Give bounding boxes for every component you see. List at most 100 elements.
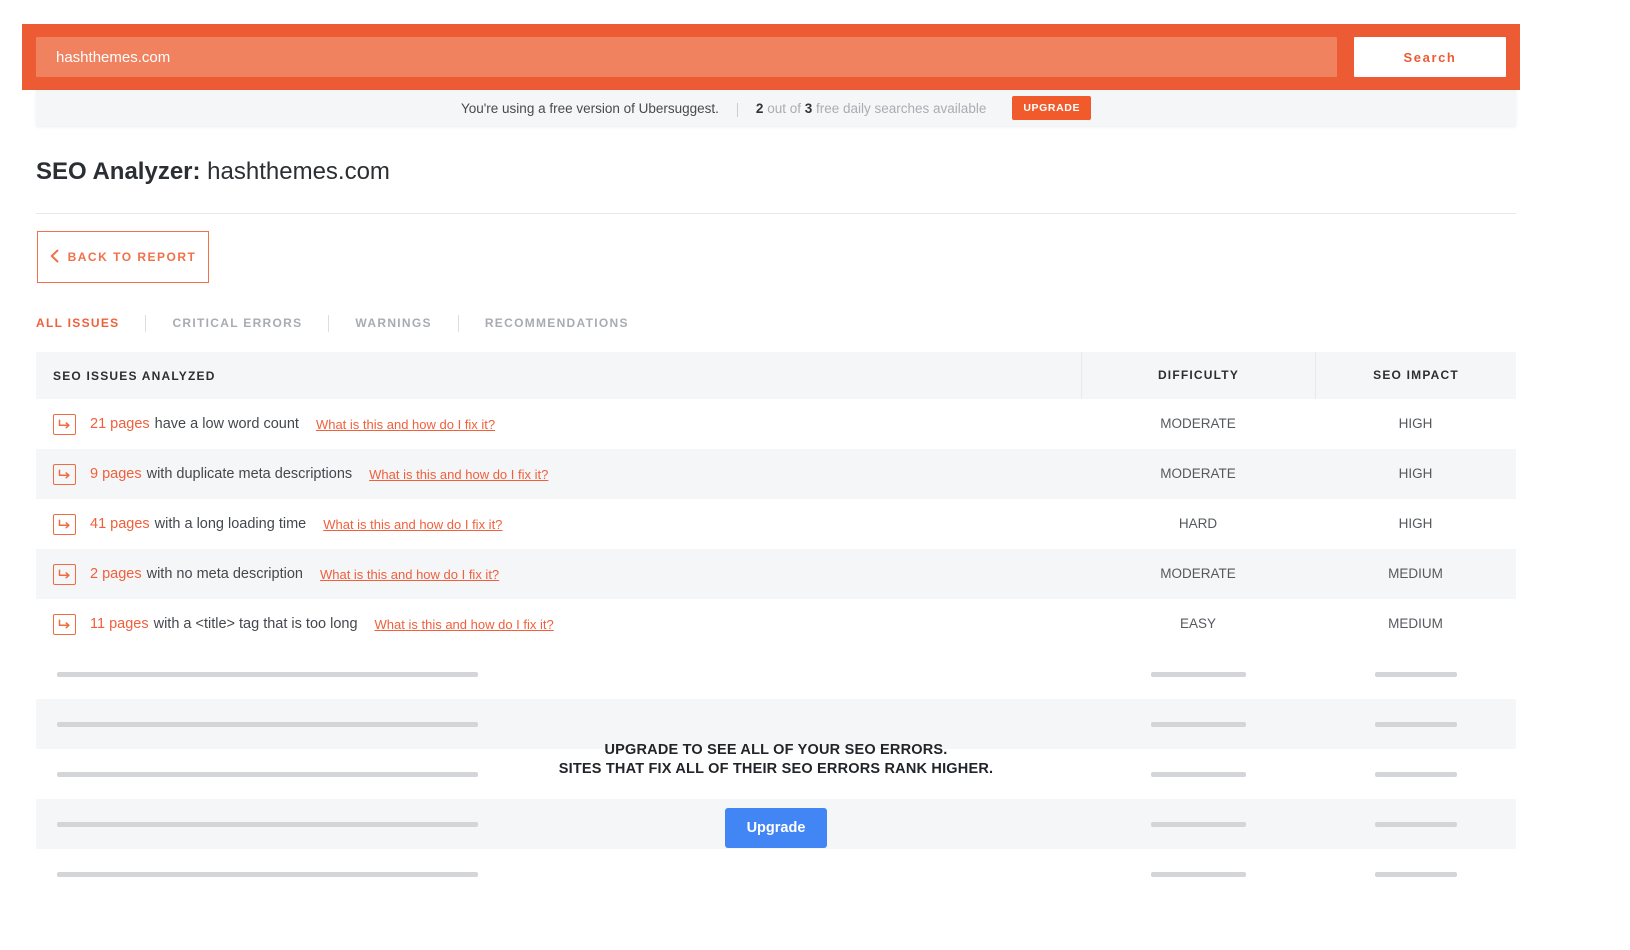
issue-cell: 2 pages with no meta description What is t…: [36, 563, 1081, 585]
table-row: 9 pages with duplicate meta descriptions W…: [36, 449, 1516, 499]
issue-page-count[interactable]: 21 pages: [90, 416, 150, 432]
issue-page-count[interactable]: 41 pages: [90, 516, 150, 532]
locked-difficulty-cell: [1081, 649, 1315, 699]
issue-cell: 41 pages with a long loading time What is …: [36, 513, 1081, 535]
page-title-bold: SEO Analyzer:: [36, 158, 201, 185]
difficulty-cell: MODERATE: [1160, 466, 1236, 481]
placeholder-bar: [1150, 871, 1246, 877]
how-to-fix-link[interactable]: What is this and how do I fix it?: [323, 517, 502, 532]
issue-cell: 9 pages with duplicate meta descriptions W…: [36, 463, 1081, 485]
issue-page-count[interactable]: 11 pages: [90, 616, 149, 632]
difficulty-cell: HARD: [1178, 516, 1218, 531]
locked-issue-cell: [36, 871, 1081, 877]
placeholder-bar: [57, 821, 478, 827]
upgrade-chip-button[interactable]: UPGRADE: [1012, 96, 1092, 120]
issue-description: with no meta description: [146, 566, 303, 582]
back-to-report-label: BACK TO REPORT: [67, 250, 197, 264]
issue-cell: 21 pages have a low word count What is thi…: [36, 413, 1081, 435]
seo-analyzer-page: Search You're using a free version of Ub…: [0, 0, 1630, 950]
upgrade-overlay-line2: SITES THAT FIX ALL OF THEIR SEO ERRORS R…: [558, 761, 994, 778]
issue-page-count[interactable]: 2 pages: [90, 566, 142, 582]
arrow-into-box-icon[interactable]: [53, 613, 76, 635]
tab-divider: [328, 314, 330, 332]
locked-issue-cell: [36, 671, 1081, 677]
search-input[interactable]: [36, 37, 1337, 77]
difficulty-cell: MODERATE: [1160, 566, 1236, 581]
locked-table-row: [36, 849, 1516, 899]
issue-description: have a low word count: [154, 416, 299, 432]
tab-divider: [457, 314, 459, 332]
locked-impact-cell: [1315, 849, 1516, 899]
impact-cell: MEDIUM: [1388, 616, 1443, 631]
how-to-fix-link[interactable]: What is this and how do I fix it?: [320, 567, 499, 582]
locked-difficulty-cell: [1081, 699, 1315, 749]
chevron-left-icon: [50, 249, 59, 265]
difficulty-cell: MODERATE: [1160, 416, 1236, 431]
issue-description: with a <title> tag that is too long: [153, 616, 358, 632]
tab-all-issues[interactable]: ALL ISSUES: [36, 316, 119, 330]
table-row: 11 pages with a <title> tag that is too l…: [36, 599, 1516, 649]
free-version-notice: You're using a free version of Ubersugge…: [36, 90, 1516, 126]
arrow-into-box-icon[interactable]: [53, 463, 76, 485]
page-title-domain: hashthemes.com: [200, 158, 390, 185]
placeholder-bar: [57, 671, 478, 677]
placeholder-bar: [1374, 671, 1457, 677]
locked-impact-cell: [1315, 799, 1516, 849]
how-to-fix-link[interactable]: What is this and how do I fix it?: [369, 467, 548, 482]
arrow-into-box-icon[interactable]: [53, 513, 76, 535]
tab-recommendations[interactable]: RECOMMENDATIONS: [485, 316, 629, 330]
placeholder-bar: [1150, 721, 1246, 727]
locked-table-row: [36, 649, 1516, 699]
search-button[interactable]: Search: [1354, 37, 1506, 77]
how-to-fix-link[interactable]: What is this and how do I fix it?: [316, 417, 495, 432]
impact-cell: HIGH: [1398, 466, 1433, 481]
table-row: 21 pages have a low word count What is thi…: [36, 399, 1516, 449]
tab-divider: [145, 314, 147, 332]
placeholder-bar: [57, 721, 478, 727]
column-header-difficulty: DIFFICULTY: [1081, 352, 1315, 399]
locked-difficulty-cell: [1081, 799, 1315, 849]
upgrade-button[interactable]: Upgrade: [724, 808, 828, 849]
tab-warnings[interactable]: WARNINGS: [355, 316, 431, 330]
back-to-report-button[interactable]: BACK TO REPORT: [37, 231, 209, 283]
impact-cell: HIGH: [1398, 516, 1433, 531]
issue-description: with duplicate meta descriptions: [146, 466, 353, 482]
locked-difficulty-cell: [1081, 849, 1315, 899]
placeholder-bar: [1150, 771, 1246, 777]
arrow-into-box-icon[interactable]: [53, 413, 76, 435]
locked-issue-cell: [36, 721, 1081, 727]
placeholder-bar: [1374, 821, 1457, 827]
arrow-into-box-icon[interactable]: [53, 563, 76, 585]
placeholder-bar: [1150, 671, 1246, 677]
table-header-row: SEO ISSUES ANALYZED DIFFICULTY SEO IMPAC…: [36, 352, 1516, 399]
tab-critical-errors[interactable]: CRITICAL ERRORS: [172, 316, 302, 330]
difficulty-cell: EASY: [1179, 616, 1217, 631]
placeholder-bar: [1374, 721, 1457, 727]
issue-cell: 11 pages with a <title> tag that is too l…: [36, 613, 1081, 635]
issue-filter-tabs: ALL ISSUES CRITICAL ERRORS WARNINGS RECO…: [36, 312, 629, 334]
column-header-impact: SEO IMPACT: [1315, 352, 1516, 399]
issue-page-count[interactable]: 9 pages: [90, 466, 142, 482]
title-divider: [36, 213, 1516, 214]
daily-search-quota: 2 out of 3 free daily searches available: [756, 101, 986, 116]
locked-difficulty-cell: [1081, 749, 1315, 799]
impact-cell: MEDIUM: [1388, 566, 1443, 581]
placeholder-bar: [1374, 771, 1457, 777]
how-to-fix-link[interactable]: What is this and how do I fix it?: [375, 617, 554, 632]
quota-suffix: free daily searches available: [812, 100, 987, 116]
placeholder-bar: [1150, 821, 1246, 827]
search-bar: Search: [22, 24, 1520, 90]
notice-text: You're using a free version of Ubersugge…: [460, 100, 719, 116]
placeholder-bar: [1374, 871, 1457, 877]
locked-impact-cell: [1315, 699, 1516, 749]
placeholder-bar: [57, 871, 478, 877]
column-header-issues: SEO ISSUES ANALYZED: [53, 368, 216, 383]
table-row: 41 pages with a long loading time What is …: [36, 499, 1516, 549]
issue-description: with a long loading time: [154, 516, 307, 532]
upgrade-overlay-line1: UPGRADE TO SEE ALL OF YOUR SEO ERRORS.: [604, 742, 948, 758]
quota-mid: out of: [763, 100, 805, 116]
table-row: 2 pages with no meta description What is t…: [36, 549, 1516, 599]
upgrade-overlay-text: UPGRADE TO SEE ALL OF YOUR SEO ERRORS. S…: [559, 741, 993, 779]
page-title: SEO Analyzer: hashthemes.com: [36, 158, 390, 186]
table-body: 21 pages have a low word count What is thi…: [36, 399, 1516, 649]
